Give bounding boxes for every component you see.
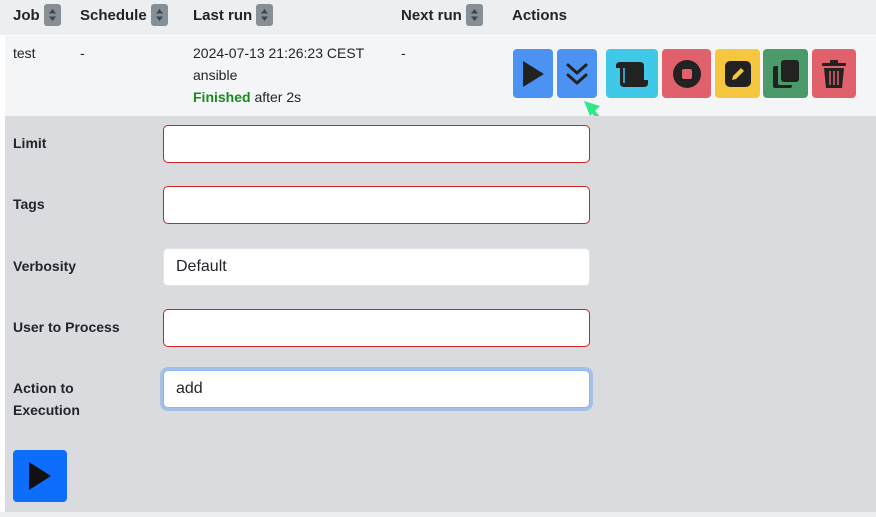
tags-label: Tags <box>13 196 45 212</box>
verbosity-select[interactable]: Default <box>163 248 590 286</box>
scroll-icon <box>616 61 648 87</box>
action-to-execution-label: Action to Execution <box>13 380 80 418</box>
stop-job-button[interactable] <box>662 49 711 98</box>
stop-icon <box>672 59 701 88</box>
pencil-icon <box>724 60 751 87</box>
status-badge: Finished <box>193 89 251 105</box>
next-run: - <box>401 45 406 61</box>
last-run-status: Finished after 2s <box>193 86 301 108</box>
column-header-next-run-label: Next run <box>401 6 462 24</box>
sort-icon[interactable] <box>43 4 61 26</box>
column-header-last-run-label: Last run <box>193 6 253 24</box>
sort-icon[interactable] <box>465 4 483 26</box>
table-footer <box>0 512 876 517</box>
copy-job-button[interactable] <box>763 49 808 98</box>
tags-input[interactable] <box>163 186 590 224</box>
verbosity-label: Verbosity <box>13 258 77 274</box>
action-to-execution-input[interactable] <box>163 370 590 408</box>
chevrons-down-icon <box>566 63 588 84</box>
last-run-time: 2024-07-13 21:26:23 CEST <box>193 45 365 61</box>
limit-label: Limit <box>13 135 47 151</box>
verbosity-selected-value: Default <box>176 258 227 275</box>
table-row: test - 2024-07-13 21:26:23 CEST ansible … <box>5 36 876 116</box>
view-logs-button[interactable] <box>606 49 658 98</box>
delete-job-button[interactable] <box>812 49 856 98</box>
play-icon <box>29 462 51 490</box>
column-header-job-label: Job <box>13 6 40 24</box>
user-to-process-label: User to Process <box>13 319 120 335</box>
play-icon <box>523 60 544 87</box>
column-header-actions-label: Actions <box>512 6 568 24</box>
column-header-last-run[interactable]: Last run <box>193 4 274 26</box>
user-to-process-input[interactable] <box>163 309 590 347</box>
run-duration: after 2s <box>254 89 302 105</box>
run-options-form: Limit Tags Verbosity Default User to Pro… <box>5 116 876 512</box>
run-job-button[interactable] <box>513 49 553 98</box>
column-header-schedule-label: Schedule <box>80 6 147 24</box>
run-with-options-button[interactable] <box>13 450 67 502</box>
expand-form-button[interactable] <box>557 49 597 98</box>
sort-icon[interactable] <box>256 4 274 26</box>
column-header-next-run[interactable]: Next run <box>401 4 483 26</box>
job-schedule: - <box>80 45 85 61</box>
column-header-actions: Actions <box>512 4 567 26</box>
column-header-schedule[interactable]: Schedule <box>80 4 168 26</box>
edit-job-button[interactable] <box>715 49 760 98</box>
last-run-user: ansible <box>193 67 238 83</box>
column-header-job[interactable]: Job <box>13 4 61 26</box>
copy-icon <box>772 59 799 88</box>
sort-icon[interactable] <box>150 4 168 26</box>
table-header: Job Schedule Last run Next run Actions <box>0 0 876 35</box>
limit-input[interactable] <box>163 125 590 163</box>
job-name: test <box>13 45 36 61</box>
trash-icon <box>822 59 846 88</box>
